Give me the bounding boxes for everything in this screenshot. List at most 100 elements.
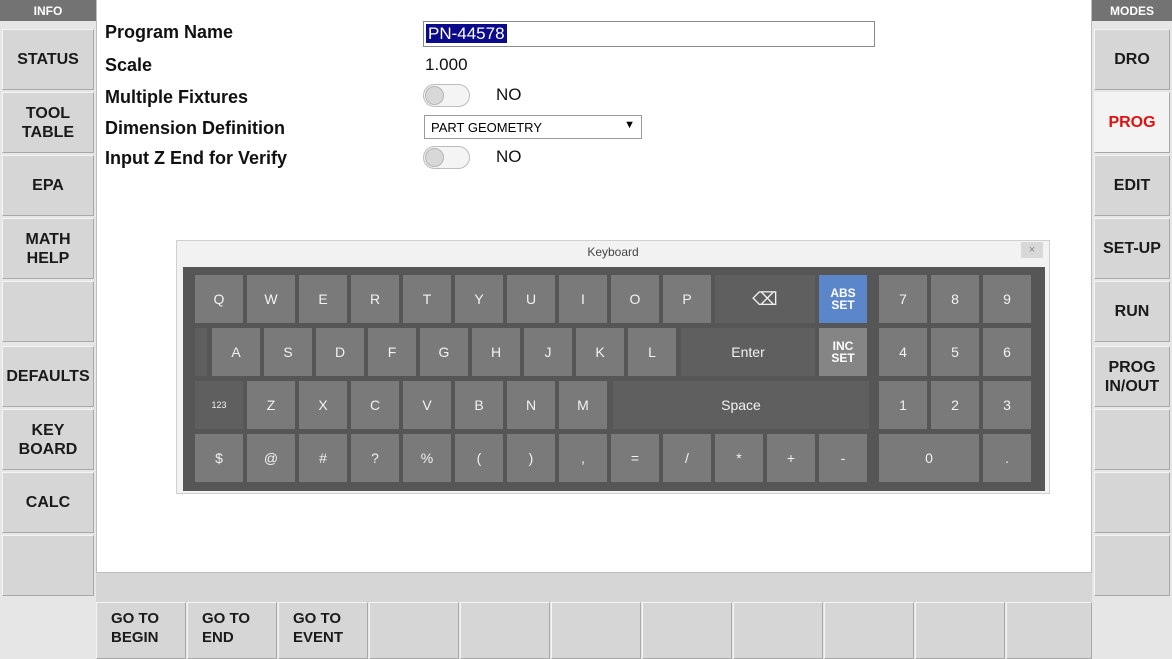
modes-header: MODES: [1092, 0, 1172, 21]
scale-value[interactable]: 1.000: [425, 55, 468, 75]
key-a[interactable]: A: [212, 328, 260, 376]
softkey-blank-6[interactable]: [824, 602, 914, 659]
epa-button[interactable]: EPA: [2, 155, 94, 216]
math-help-button[interactable]: MATH HELP: [2, 218, 94, 279]
key-n[interactable]: N: [507, 381, 555, 429]
key-y[interactable]: Y: [455, 275, 503, 323]
key-5[interactable]: 5: [931, 328, 979, 376]
softkey-blank-1[interactable]: [369, 602, 459, 659]
softkey-blank-2[interactable]: [460, 602, 550, 659]
key-q[interactable]: Q: [195, 275, 243, 323]
key-v[interactable]: V: [403, 381, 451, 429]
key-slash[interactable]: /: [663, 434, 711, 482]
key-d[interactable]: D: [316, 328, 364, 376]
key-g[interactable]: G: [420, 328, 468, 376]
calc-button[interactable]: CALC: [2, 472, 94, 533]
key-o[interactable]: O: [611, 275, 659, 323]
softkey-blank-8[interactable]: [1006, 602, 1092, 659]
key-m[interactable]: M: [559, 381, 607, 429]
key-asterisk[interactable]: *: [715, 434, 763, 482]
blank-right-button-1[interactable]: [1094, 409, 1170, 470]
key-3[interactable]: 3: [983, 381, 1031, 429]
key-question[interactable]: ?: [351, 434, 399, 482]
key-t[interactable]: T: [403, 275, 451, 323]
status-button[interactable]: STATUS: [2, 29, 94, 90]
blank-right-button-3[interactable]: [1094, 535, 1170, 596]
prog-button[interactable]: PROG: [1094, 92, 1170, 153]
key-z[interactable]: Z: [247, 381, 295, 429]
key-minus[interactable]: -: [819, 434, 867, 482]
key-open-paren[interactable]: (: [455, 434, 503, 482]
inc-set-key[interactable]: INC SET: [819, 328, 867, 376]
edit-button[interactable]: EDIT: [1094, 155, 1170, 216]
key-b[interactable]: B: [455, 381, 503, 429]
key-u[interactable]: U: [507, 275, 555, 323]
softkey-blank-5[interactable]: [733, 602, 823, 659]
softkey-blank-3[interactable]: [551, 602, 641, 659]
key-h[interactable]: H: [472, 328, 520, 376]
info-panel: INFO STATUS TOOL TABLE EPA MATH HELP DEF…: [0, 0, 96, 659]
prog-in-out-button[interactable]: PROG IN/OUT: [1094, 346, 1170, 407]
toggle-knob: [425, 86, 444, 105]
key-plus[interactable]: +: [767, 434, 815, 482]
key-6[interactable]: 6: [983, 328, 1031, 376]
key-9[interactable]: 9: [983, 275, 1031, 323]
key-comma[interactable]: ,: [559, 434, 607, 482]
key-percent[interactable]: %: [403, 434, 451, 482]
key-hash[interactable]: #: [299, 434, 347, 482]
key-close-paren[interactable]: ): [507, 434, 555, 482]
run-button[interactable]: RUN: [1094, 281, 1170, 342]
multiple-fixtures-label: Multiple Fixtures: [105, 87, 249, 107]
key-2[interactable]: 2: [931, 381, 979, 429]
key-w[interactable]: W: [247, 275, 295, 323]
softkey-bar: GO TO BEGIN GO TO END GO TO EVENT: [96, 602, 1092, 659]
scale-label: Scale: [105, 55, 153, 75]
program-name-input[interactable]: PN-44578: [423, 21, 875, 47]
modes-panel: MODES DRO PROG EDIT SET-UP RUN PROG IN/O…: [1092, 0, 1172, 659]
key-x[interactable]: X: [299, 381, 347, 429]
key-4[interactable]: 4: [879, 328, 927, 376]
enter-key[interactable]: Enter: [681, 328, 815, 376]
blank-left-button-1[interactable]: [2, 281, 94, 342]
dimension-definition-select[interactable]: PART GEOMETRY ▼: [424, 115, 642, 139]
space-key[interactable]: Space: [613, 381, 869, 429]
blank-right-button-2[interactable]: [1094, 472, 1170, 533]
key-8[interactable]: 8: [931, 275, 979, 323]
multiple-fixtures-value: NO: [496, 85, 522, 104]
key-k[interactable]: K: [576, 328, 624, 376]
key-p[interactable]: P: [663, 275, 711, 323]
key-at[interactable]: @: [247, 434, 295, 482]
go-to-end-button[interactable]: GO TO END: [187, 602, 277, 659]
tool-table-button[interactable]: TOOL TABLE: [2, 92, 94, 153]
go-to-event-button[interactable]: GO TO EVENT: [278, 602, 368, 659]
key-equals[interactable]: =: [611, 434, 659, 482]
key-f[interactable]: F: [368, 328, 416, 376]
input-z-end-toggle[interactable]: [423, 146, 470, 169]
input-z-end-label: Input Z End for Verify: [105, 148, 288, 168]
key-l[interactable]: L: [628, 328, 676, 376]
key-s[interactable]: S: [264, 328, 312, 376]
defaults-button[interactable]: DEFAULTS: [2, 346, 94, 407]
softkey-blank-4[interactable]: [642, 602, 732, 659]
key-0[interactable]: 0: [879, 434, 979, 482]
blank-left-button-2[interactable]: [2, 535, 94, 596]
numbers-toggle-key[interactable]: 123: [195, 381, 243, 429]
key-dollar[interactable]: $: [195, 434, 243, 482]
key-j[interactable]: J: [524, 328, 572, 376]
key-1[interactable]: 1: [879, 381, 927, 429]
dro-button[interactable]: DRO: [1094, 29, 1170, 90]
key-c[interactable]: C: [351, 381, 399, 429]
key-i[interactable]: I: [559, 275, 607, 323]
keyboard-button[interactable]: KEY BOARD: [2, 409, 94, 470]
set-up-button[interactable]: SET-UP: [1094, 218, 1170, 279]
key-r[interactable]: R: [351, 275, 399, 323]
key-7[interactable]: 7: [879, 275, 927, 323]
multiple-fixtures-toggle[interactable]: [423, 84, 470, 107]
softkey-blank-7[interactable]: [915, 602, 1005, 659]
key-decimal[interactable]: .: [983, 434, 1031, 482]
abs-set-key[interactable]: ABS SET: [819, 275, 867, 323]
key-e[interactable]: E: [299, 275, 347, 323]
go-to-begin-button[interactable]: GO TO BEGIN: [96, 602, 186, 659]
close-icon[interactable]: ×: [1021, 242, 1043, 258]
backspace-key[interactable]: ⌫: [715, 275, 815, 323]
